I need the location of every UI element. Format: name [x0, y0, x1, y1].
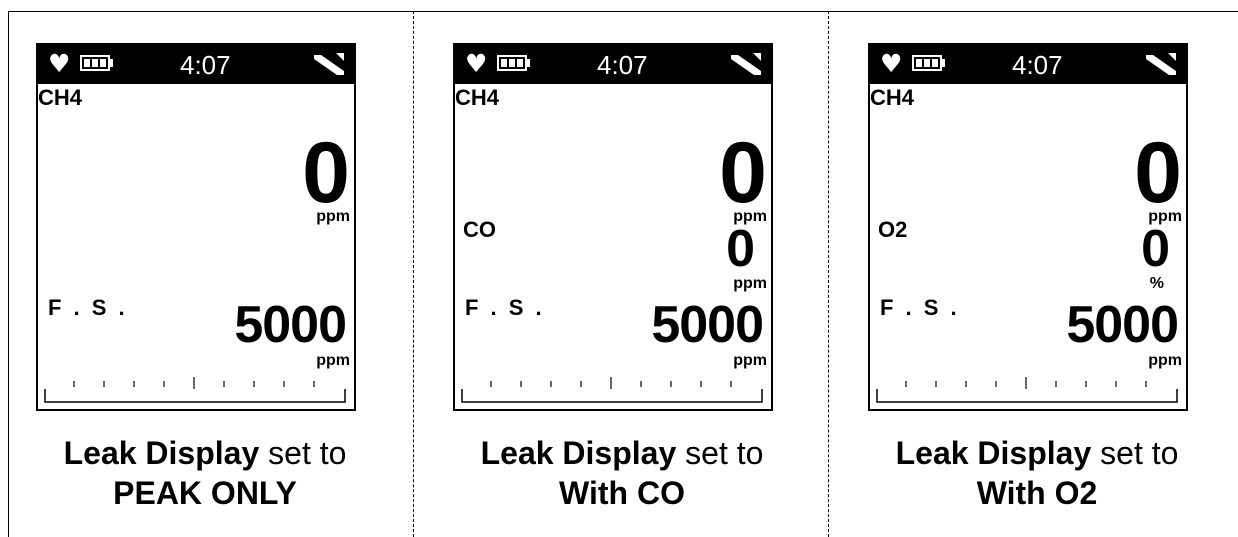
device-screen: ♥ 4:07 CH4 0 ppm O2 0 % F . S . 5000 ppm: [868, 43, 1188, 411]
battery-icon: [912, 55, 942, 71]
panel-divider: [828, 11, 829, 537]
battery-icon: [497, 55, 527, 71]
caption-set-to: set to: [676, 435, 764, 471]
fullscale-value: 5000: [651, 296, 764, 354]
gas1-name: CH4: [455, 85, 500, 110]
display-panel: ♥ 4:07 CH4 0 ppm O2 0 % F . S . 5000 ppm…: [832, 0, 1238, 537]
caption-setting-value: PEAK ONLY: [113, 475, 297, 511]
bar-graph-scale: [44, 377, 346, 403]
gas1-unit: ppm: [316, 208, 350, 225]
fullscale-value: 5000: [1066, 296, 1179, 354]
caption-setting-name: Leak Display: [480, 435, 677, 471]
gas2-reading: 0: [726, 220, 755, 278]
scale-frame: [461, 389, 763, 403]
gas2-name: CO: [463, 217, 496, 242]
caption-setting-value: With O2: [976, 475, 1098, 511]
pump-icon: [1146, 53, 1176, 75]
scale-frame: [876, 389, 1178, 403]
status-bar: ♥ 4:07: [38, 45, 354, 84]
device-screen: ♥ 4:07 CH4 0 ppm CO 0 ppm F . S . 5000 p…: [453, 43, 773, 411]
status-bar: ♥ 4:07: [455, 45, 771, 84]
device-screen: ♥ 4:07 CH4 0 ppm F . S . 5000 ppm: [36, 43, 356, 411]
fullscale-label: F . S .: [48, 295, 128, 320]
caption: Leak Display set to With O2: [832, 433, 1238, 513]
gas1-name: CH4: [38, 85, 83, 110]
caption-setting-name: Leak Display: [895, 435, 1092, 471]
gas1-reading: 0: [1134, 125, 1182, 221]
fullscale-label: F . S .: [880, 295, 960, 320]
heart-icon: ♥: [48, 49, 71, 78]
fullscale-unit: ppm: [316, 352, 350, 369]
gas1-reading: 0: [719, 125, 767, 221]
gas2-name: O2: [878, 217, 908, 242]
clock-time: 4:07: [1012, 50, 1063, 80]
caption-setting-value: With CO: [559, 475, 685, 511]
battery-tip: [527, 59, 530, 67]
gas1-reading: 0: [302, 125, 350, 221]
scale-frame: [44, 389, 346, 403]
caption-set-to: set to: [259, 435, 347, 471]
gas1-name: CH4: [870, 85, 915, 110]
gas2-unit: ppm: [733, 275, 767, 292]
caption-setting-name: Leak Display: [63, 435, 260, 471]
fullscale-label: F . S .: [465, 295, 545, 320]
caption: Leak Display set to PEAK ONLY: [0, 433, 410, 513]
fullscale-unit: ppm: [733, 352, 767, 369]
pump-icon: [314, 53, 344, 75]
gas2-unit: %: [1149, 275, 1164, 292]
bar-graph-scale: [876, 377, 1178, 403]
display-panel: ♥ 4:07 CH4 0 ppm CO 0 ppm F . S . 5000 p…: [417, 0, 827, 537]
fullscale-unit: ppm: [1148, 352, 1182, 369]
clock-time: 4:07: [180, 50, 231, 80]
bar-graph-scale: [461, 377, 763, 403]
battery-tip: [942, 59, 945, 67]
caption: Leak Display set to With CO: [417, 433, 827, 513]
heart-icon: ♥: [880, 49, 903, 78]
status-bar: ♥ 4:07: [870, 45, 1186, 84]
pump-icon: [731, 53, 761, 75]
caption-set-to: set to: [1091, 435, 1179, 471]
fullscale-value: 5000: [234, 296, 347, 354]
clock-time: 4:07: [597, 50, 648, 80]
display-panel: ♥ 4:07 CH4 0 ppm F . S . 5000 ppm Leak D…: [0, 0, 410, 537]
battery-icon: [80, 55, 110, 71]
heart-icon: ♥: [465, 49, 488, 78]
battery-tip: [110, 59, 113, 67]
gas2-reading: 0: [1141, 220, 1170, 278]
panel-divider: [413, 11, 414, 537]
